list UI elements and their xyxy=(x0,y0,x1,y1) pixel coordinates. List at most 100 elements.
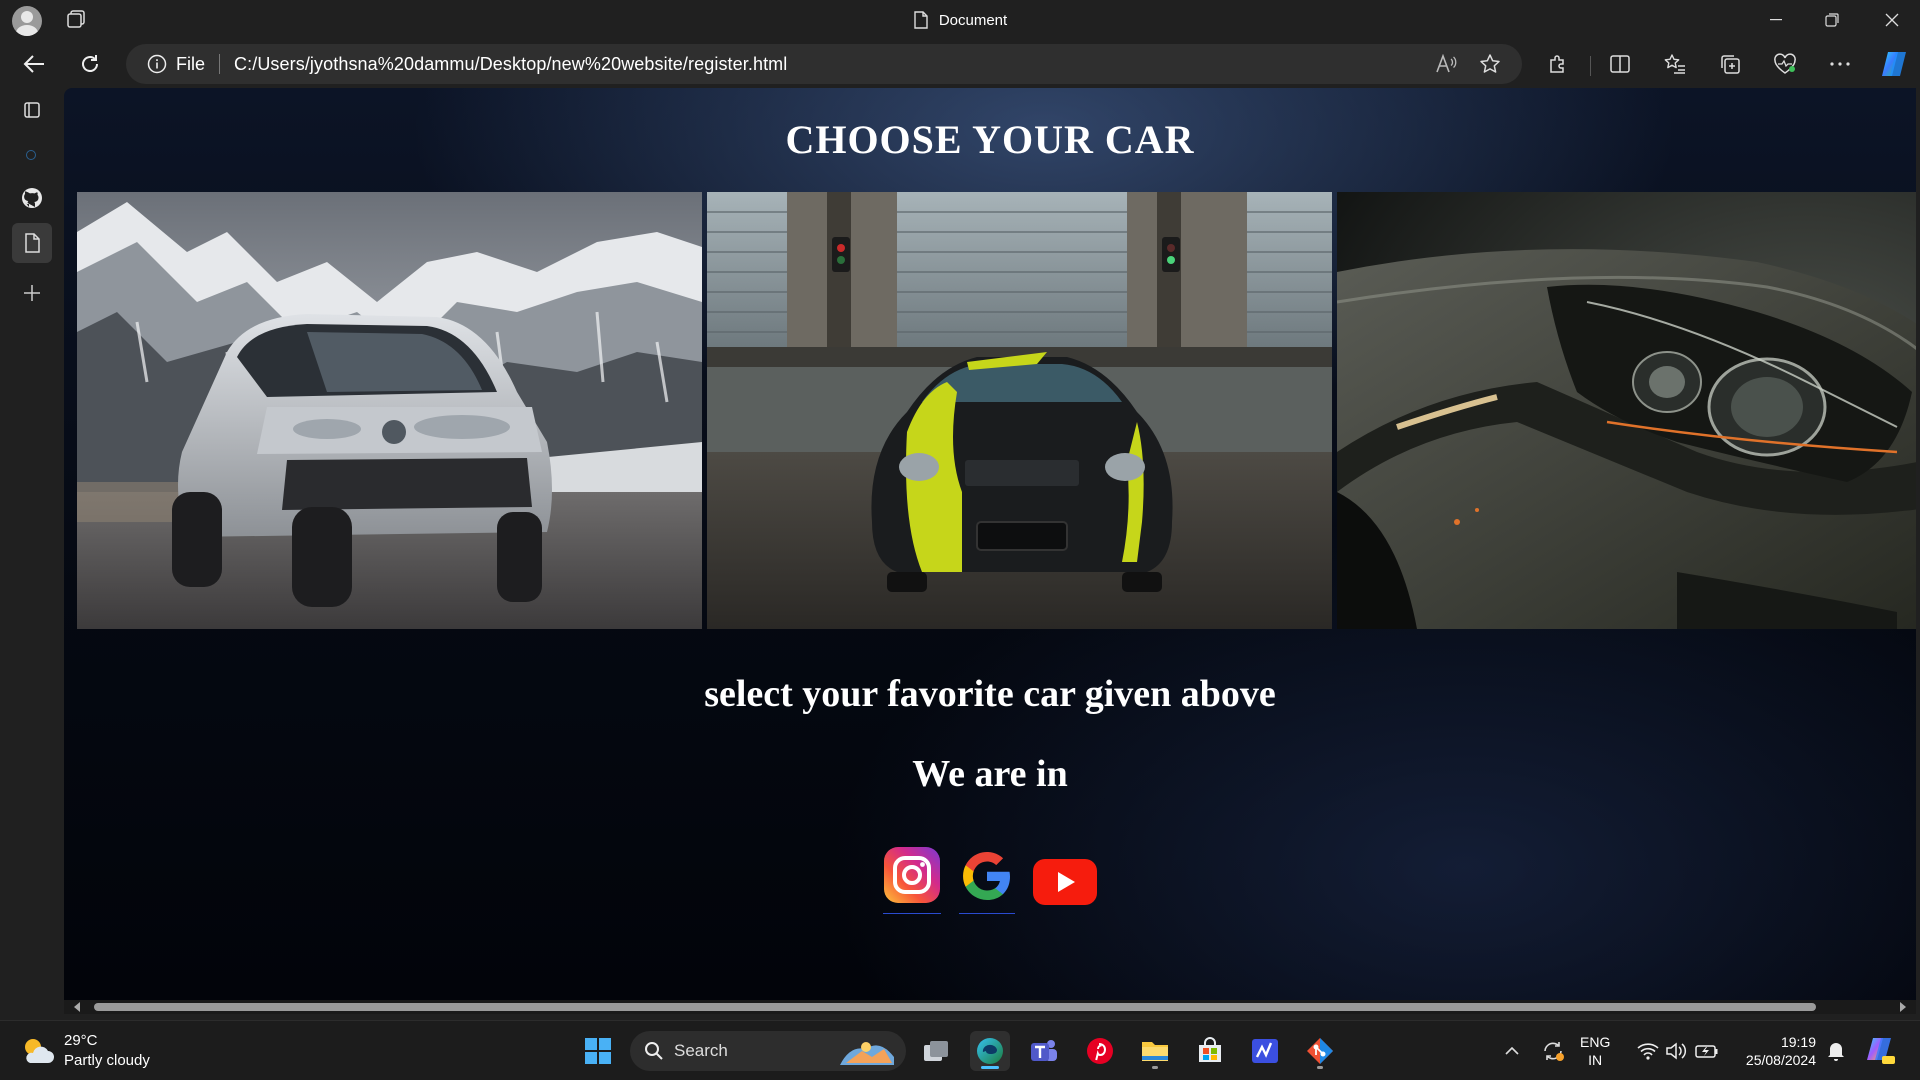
browser-essentials-button[interactable] xyxy=(1763,44,1807,84)
close-button[interactable] xyxy=(1864,0,1920,40)
add-sidebar-item-button[interactable] xyxy=(12,273,52,313)
taskbar-store[interactable] xyxy=(1190,1031,1230,1071)
search-label: Search xyxy=(674,1041,728,1060)
system-clock[interactable]: 19:19 25/08/2024 xyxy=(1734,1033,1816,1069)
favorite-star-icon[interactable] xyxy=(1472,48,1508,80)
refresh-button[interactable] xyxy=(70,44,110,84)
select-car-prompt: select your favorite car given above xyxy=(704,673,1276,715)
split-screen-button[interactable] xyxy=(1598,44,1642,84)
running-indicator xyxy=(1317,1066,1323,1069)
profile-avatar-icon[interactable] xyxy=(12,6,42,36)
github-icon xyxy=(22,188,42,208)
horizontal-scrollbar[interactable] xyxy=(64,1000,1916,1014)
address-divider xyxy=(219,54,221,74)
favorites-list-icon xyxy=(1664,54,1685,74)
taskbar-pinterest[interactable] xyxy=(1080,1031,1120,1071)
page-title: CHOOSE YOUR CAR xyxy=(785,117,1195,162)
partly-cloudy-icon xyxy=(25,1039,54,1063)
page-viewport: CHOOSE YOUR CAR select your favorite car… xyxy=(64,88,1916,1000)
site-info-icon[interactable] xyxy=(146,53,168,75)
copilot-tray-button[interactable] xyxy=(1862,1031,1898,1071)
settings-more-button[interactable] xyxy=(1818,44,1862,84)
back-button[interactable] xyxy=(14,44,54,84)
taskbar-task-view[interactable] xyxy=(916,1031,956,1071)
store-icon xyxy=(1199,1037,1221,1062)
navigation-bar: File C:/Users/jyothsna%20dammu/Desktop/n… xyxy=(0,40,1920,88)
car-image-headlight[interactable] xyxy=(1337,192,1916,629)
google-icon xyxy=(963,851,1010,900)
taskbar-whiteboard[interactable] xyxy=(1245,1031,1285,1071)
read-aloud-icon[interactable] xyxy=(1428,48,1464,80)
taskbar-teams[interactable] xyxy=(1024,1031,1064,1071)
collections-button[interactable] xyxy=(1708,44,1752,84)
social-links xyxy=(64,846,1916,914)
car-image-suv[interactable] xyxy=(77,192,702,629)
split-screen-icon xyxy=(1610,55,1630,73)
instagram-link[interactable] xyxy=(883,846,941,914)
instagram-icon xyxy=(884,847,940,903)
battery-charging-icon xyxy=(1695,1045,1718,1058)
heart-pulse-icon xyxy=(1774,53,1796,74)
clock-time: 19:19 xyxy=(1780,1034,1816,1050)
extensions-button[interactable] xyxy=(1536,44,1580,84)
scroll-left-arrow-icon[interactable] xyxy=(72,1002,82,1012)
scheme-label: File xyxy=(176,53,206,74)
copilot-button[interactable] xyxy=(1872,44,1916,84)
notifications-button[interactable] xyxy=(1822,1031,1850,1071)
sidebar-item-github[interactable] xyxy=(12,178,52,218)
notification-bell-icon xyxy=(1828,1040,1845,1061)
document-icon xyxy=(914,11,928,29)
windows-logo-icon xyxy=(585,1038,611,1064)
running-indicator xyxy=(1152,1066,1158,1069)
window-title: Document xyxy=(0,0,1920,40)
wifi-icon xyxy=(1637,1043,1659,1060)
scroll-right-arrow-icon[interactable] xyxy=(1898,1002,1908,1012)
url-text[interactable]: C:/Users/jyothsna%20dammu/Desktop/new%20… xyxy=(234,54,787,75)
car-image-sports[interactable] xyxy=(707,192,1332,629)
start-button[interactable] xyxy=(578,1031,618,1071)
social-heading: We are in xyxy=(912,753,1068,795)
battery-tray-icon[interactable] xyxy=(1692,1031,1722,1071)
restore-button[interactable] xyxy=(1804,0,1860,40)
volume-tray-icon[interactable] xyxy=(1662,1031,1690,1071)
search-icon xyxy=(645,1042,663,1060)
taskbar-edge[interactable] xyxy=(970,1031,1010,1071)
more-dots-icon xyxy=(1830,62,1850,66)
loading-dot-icon xyxy=(26,150,36,160)
show-hidden-icons-button[interactable] xyxy=(1500,1031,1524,1071)
title-bar: Document xyxy=(0,0,1920,40)
folder-icon xyxy=(1142,1042,1168,1061)
address-bar[interactable]: File C:/Users/jyothsna%20dammu/Desktop/n… xyxy=(126,44,1522,84)
taskbar-git[interactable] xyxy=(1300,1031,1340,1071)
youtube-link[interactable] xyxy=(1033,859,1097,914)
sync-tray-button[interactable] xyxy=(1538,1031,1568,1071)
copilot-pre-icon xyxy=(1867,1038,1895,1064)
weather-condition: Partly cloudy xyxy=(64,1052,150,1069)
weather-widget[interactable]: 29°C Partly cloudy xyxy=(20,1031,150,1071)
language-indicator[interactable]: ENG IN xyxy=(1580,1033,1610,1069)
wifi-tray-icon[interactable] xyxy=(1634,1031,1662,1071)
puzzle-icon xyxy=(1550,55,1564,73)
vertical-tabs-icon xyxy=(24,102,40,118)
youtube-icon xyxy=(1033,859,1097,905)
tab-actions-icon[interactable] xyxy=(64,8,90,32)
teams-icon xyxy=(1031,1040,1057,1061)
vertical-tabs-button[interactable] xyxy=(12,90,52,130)
search-highlight-icon xyxy=(840,1042,894,1065)
refresh-icon xyxy=(82,55,98,72)
car-gallery xyxy=(77,192,1916,629)
taskbar-file-explorer[interactable] xyxy=(1135,1031,1175,1071)
active-indicator xyxy=(981,1066,999,1069)
chevron-up-icon xyxy=(1505,1047,1519,1055)
taskbar-search[interactable]: Search xyxy=(630,1031,906,1071)
toolbar-divider xyxy=(1590,56,1591,76)
favorites-button[interactable] xyxy=(1653,44,1697,84)
sidebar-item-document[interactable] xyxy=(12,223,52,263)
minimize-button[interactable] xyxy=(1748,0,1804,40)
whiteboard-icon xyxy=(1252,1039,1278,1063)
sync-icon xyxy=(1544,1042,1564,1061)
back-arrow-icon xyxy=(23,55,44,73)
scrollbar-thumb[interactable] xyxy=(94,1003,1816,1011)
document-icon xyxy=(25,233,40,253)
google-link[interactable] xyxy=(959,848,1015,914)
